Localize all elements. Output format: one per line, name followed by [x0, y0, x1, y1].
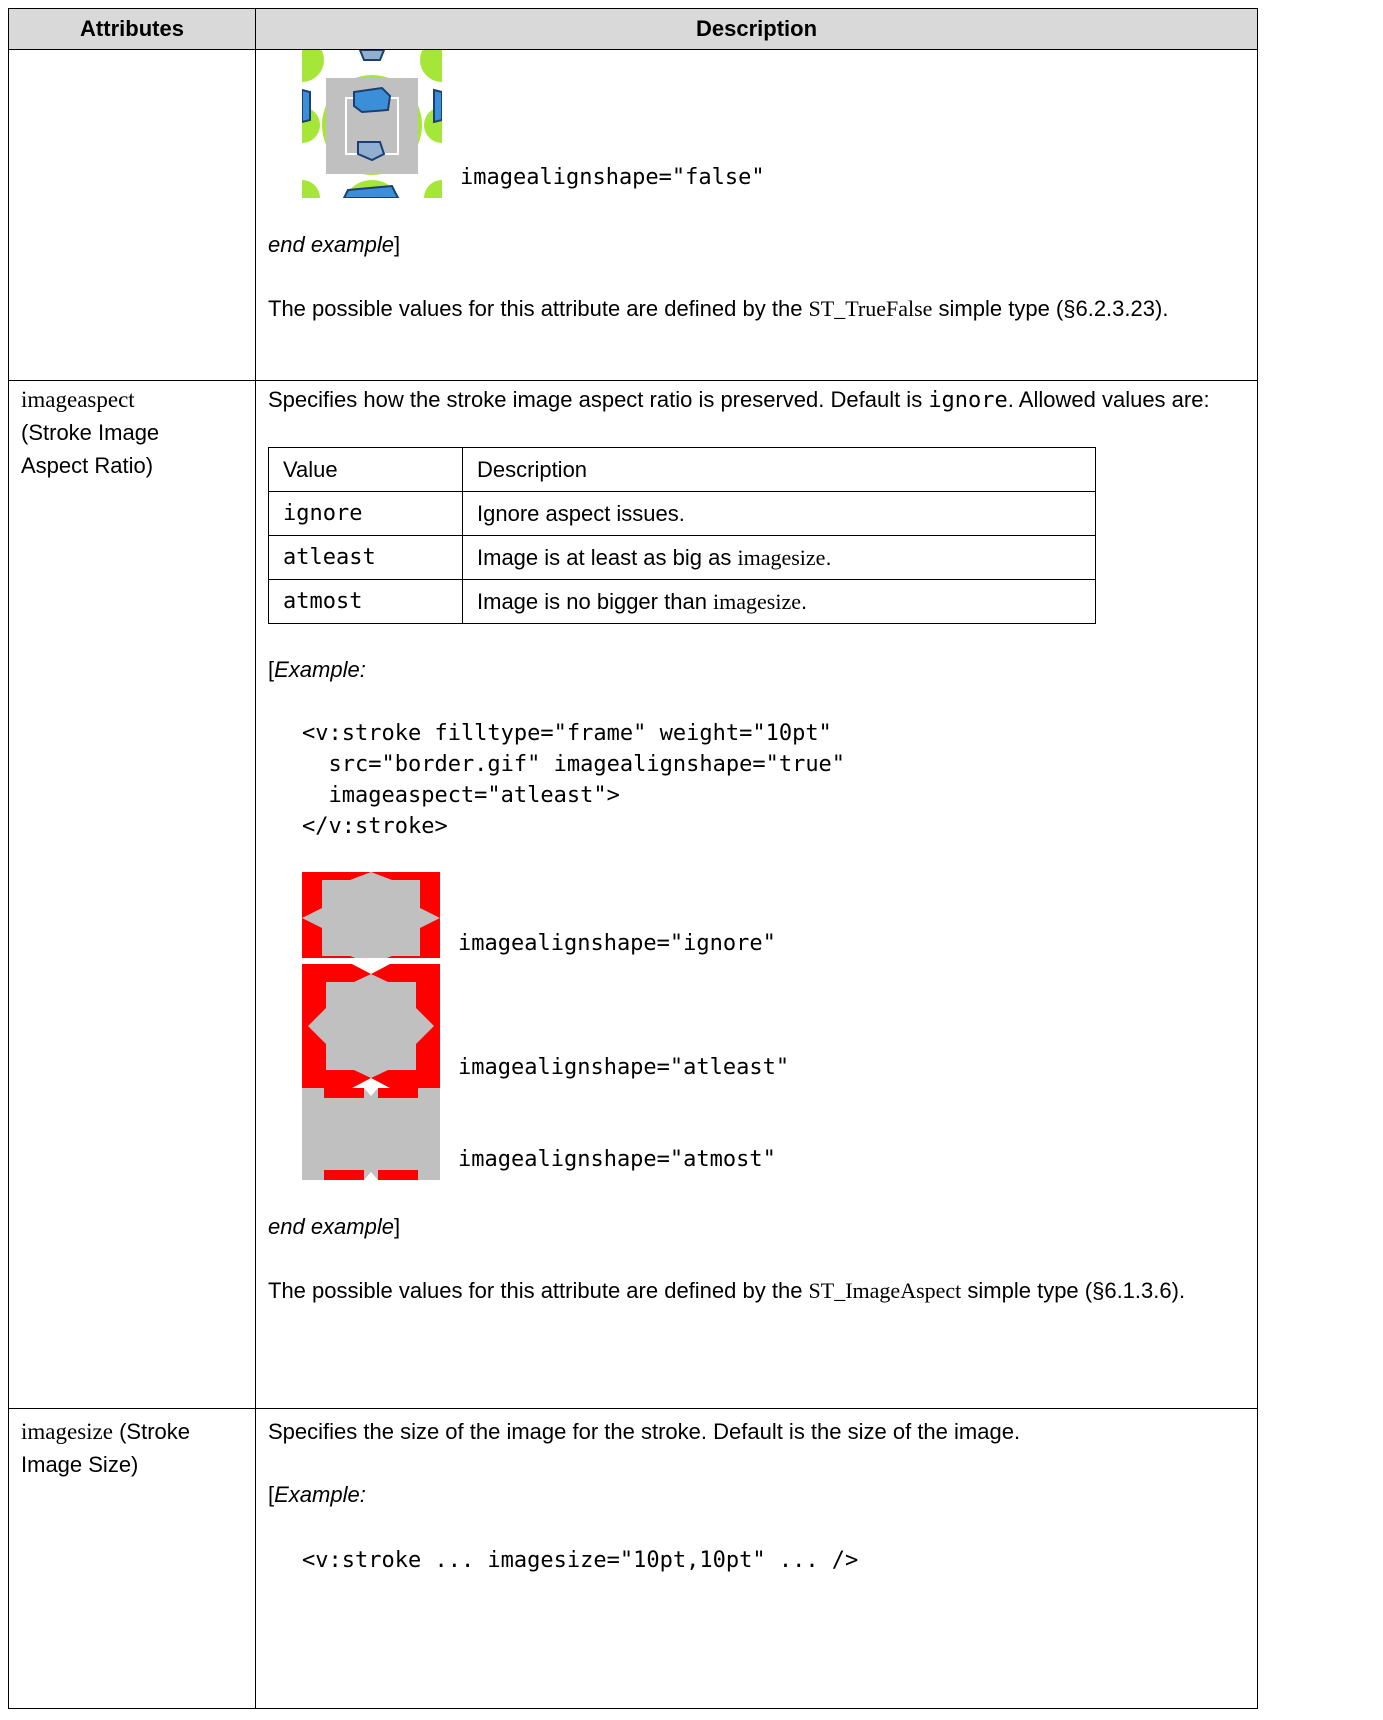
attribute-name: imagesize: [21, 1419, 113, 1444]
end-example-bracket: ]: [393, 232, 401, 257]
attribute-cell: imageaspect (Stroke Image Aspect Ratio): [8, 380, 256, 1409]
table-header-row: Attributes Description: [8, 8, 1258, 50]
possible-values-prefix: The possible values for this attribute a…: [268, 296, 809, 321]
example-open: [Example:: [268, 653, 1245, 686]
image-caption: imagealignshape="ignore": [458, 931, 776, 956]
value-cell: ignore: [268, 491, 463, 536]
attribute-name: imageaspect: [21, 387, 135, 412]
header-description: Description: [255, 8, 1258, 50]
value-desc-cell: Ignore aspect issues.: [462, 491, 1096, 536]
attribute-cell-empty: [8, 49, 256, 381]
end-example-text: end example: [268, 1214, 394, 1239]
attribute-subtitle: (Stroke Image Aspect Ratio): [21, 420, 160, 478]
value-desc-cell: Image is no bigger than imagesize.: [462, 579, 1096, 624]
table-row: imagealignshape="false" end example] The…: [8, 49, 1258, 381]
type-link[interactable]: ST_ImageAspect: [809, 1278, 962, 1303]
default-value: ignore: [928, 388, 1008, 413]
border-atleast-image: [302, 964, 440, 1088]
example-open: [Example:: [268, 1478, 1245, 1511]
possible-values-suffix: simple type (§6.2.3.23).: [932, 296, 1169, 321]
values-header-desc: Description: [462, 447, 1096, 492]
value-cell: atmost: [268, 579, 463, 624]
code-block: <v:stroke filltype="frame" weight="10pt"…: [302, 721, 846, 839]
value-cell: atleast: [268, 535, 463, 580]
end-example: end example]: [268, 1210, 1245, 1243]
value-desc-term: imagesize: [713, 589, 802, 614]
attribute-cell: imagesize (Stroke Image Size): [8, 1408, 256, 1709]
value-desc-suffix: .: [801, 589, 808, 614]
header-attributes: Attributes: [8, 8, 256, 50]
value-desc-cell: Image is at least as big as imagesize.: [462, 535, 1096, 580]
tiled-pattern-image: [302, 50, 442, 198]
example-image-row-atleast: imagealignshape="atleast": [302, 964, 1245, 1088]
example-images: imagealignshape="ignore" imagealignshape…: [302, 872, 1245, 1180]
description-cell: Specifies the size of the image for the …: [255, 1408, 1258, 1709]
end-example: end example]: [268, 228, 1245, 261]
example-image-row-ignore: imagealignshape="ignore": [302, 872, 1245, 964]
attributes-table: Attributes Description imagealignshape="…: [8, 8, 1258, 1709]
desc-suffix: . Allowed values are:: [1007, 387, 1210, 412]
value-desc-prefix: Image is no bigger than: [477, 589, 714, 614]
description-cell: imagealignshape="false" end example] The…: [255, 49, 1258, 381]
type-link[interactable]: ST_TrueFalse: [809, 296, 933, 321]
description-paragraph: Specifies the size of the image for the …: [268, 1419, 1021, 1444]
attribute-heading: imagesize (Stroke Image Size): [21, 1415, 231, 1481]
example-image-row-atmost: imagealignshape="atmost": [302, 1088, 1245, 1180]
document-page: Attributes Description imagealignshape="…: [8, 8, 1258, 1709]
value-desc-prefix: Image is at least as big as: [477, 545, 738, 570]
table-row: ignore Ignore aspect issues.: [268, 491, 1096, 536]
description-paragraph: Specifies how the stroke image aspect ra…: [268, 383, 1245, 417]
possible-values-prefix: The possible values for this attribute a…: [268, 1278, 809, 1303]
values-table: Value Description ignore Ignore aspect i…: [268, 447, 1096, 624]
border-ignore-image: [302, 872, 440, 964]
example-label: Example:: [274, 1482, 366, 1507]
description-cell: Specifies how the stroke image aspect ra…: [255, 380, 1258, 1409]
table-row: atmost Image is no bigger than imagesize…: [268, 579, 1096, 624]
table-row: imageaspect (Stroke Image Aspect Ratio) …: [8, 380, 1258, 1409]
possible-values-paragraph: The possible values for this attribute a…: [268, 1274, 1245, 1307]
possible-values-paragraph: The possible values for this attribute a…: [268, 292, 1245, 325]
image-caption: imagealignshape="false": [460, 165, 765, 190]
end-example-bracket: ]: [393, 1214, 401, 1239]
example-image-row-false: imagealignshape="false": [302, 50, 1245, 198]
value-desc-suffix: .: [825, 545, 832, 570]
border-atmost-image: [302, 1088, 440, 1180]
code-block: <v:stroke ... imagesize="10pt,10pt" ... …: [302, 1548, 859, 1573]
image-caption: imagealignshape="atleast": [458, 1055, 790, 1080]
table-row: atleast Image is at least as big as imag…: [268, 535, 1096, 580]
values-header-row: Value Description: [268, 447, 1096, 492]
example-label: Example:: [274, 657, 366, 682]
values-header-value: Value: [268, 447, 463, 492]
table-row: imagesize (Stroke Image Size) Specifies …: [8, 1408, 1258, 1709]
desc-prefix: Specifies how the stroke image aspect ra…: [268, 387, 929, 412]
possible-values-suffix: simple type (§6.1.3.6).: [961, 1278, 1186, 1303]
end-example-text: end example: [268, 232, 394, 257]
value-desc-term: imagesize: [737, 545, 826, 570]
image-caption: imagealignshape="atmost": [458, 1147, 776, 1172]
